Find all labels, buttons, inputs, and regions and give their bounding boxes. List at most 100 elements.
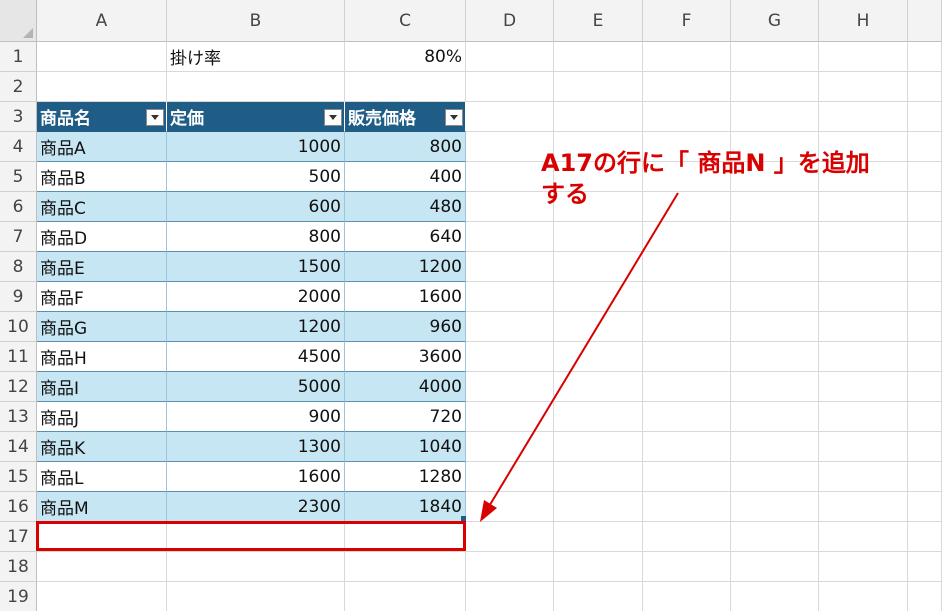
table-cell-A16[interactable]: 商品M: [37, 492, 167, 522]
cell-G1[interactable]: [731, 42, 819, 72]
cell-A17[interactable]: [37, 522, 167, 552]
table-cell-A12[interactable]: 商品I: [37, 372, 167, 402]
row-header-8[interactable]: 8: [0, 252, 37, 282]
table-cell-A4[interactable]: 商品A: [37, 132, 167, 162]
filter-dropdown-button[interactable]: [445, 109, 463, 126]
cell-A18[interactable]: [37, 552, 167, 582]
cell-D18[interactable]: [466, 552, 554, 582]
table-cell-A7[interactable]: 商品D: [37, 222, 167, 252]
table-cell-A8[interactable]: 商品E: [37, 252, 167, 282]
column-header-partial[interactable]: [908, 0, 942, 42]
row-header-6[interactable]: 6: [0, 192, 37, 222]
row-header-16[interactable]: 16: [0, 492, 37, 522]
cell-B18[interactable]: [167, 552, 345, 582]
cell-I10[interactable]: [908, 312, 942, 342]
cell-F14[interactable]: [643, 432, 731, 462]
table-cell-A5[interactable]: 商品B: [37, 162, 167, 192]
cell-G13[interactable]: [731, 402, 819, 432]
table-cell-C16[interactable]: 1840: [345, 492, 466, 522]
table-cell-C8[interactable]: 1200: [345, 252, 466, 282]
cell-I4[interactable]: [908, 132, 942, 162]
cell-F9[interactable]: [643, 282, 731, 312]
cell-E19[interactable]: [554, 582, 643, 611]
cell-D12[interactable]: [466, 372, 554, 402]
cell-I11[interactable]: [908, 342, 942, 372]
cell-I18[interactable]: [908, 552, 942, 582]
cell-I13[interactable]: [908, 402, 942, 432]
table-header-A[interactable]: 商品名: [37, 102, 167, 132]
table-cell-A11[interactable]: 商品H: [37, 342, 167, 372]
cell-E13[interactable]: [554, 402, 643, 432]
cell-H13[interactable]: [819, 402, 908, 432]
cell-D14[interactable]: [466, 432, 554, 462]
column-header-C[interactable]: C: [345, 0, 466, 42]
cell-I9[interactable]: [908, 282, 942, 312]
table-cell-C15[interactable]: 1280: [345, 462, 466, 492]
cell-E12[interactable]: [554, 372, 643, 402]
cell-G18[interactable]: [731, 552, 819, 582]
cell-G3[interactable]: [731, 102, 819, 132]
row-header-2[interactable]: 2: [0, 72, 37, 102]
table-cell-C6[interactable]: 480: [345, 192, 466, 222]
column-header-A[interactable]: A: [37, 0, 167, 42]
cell-H3[interactable]: [819, 102, 908, 132]
table-cell-B16[interactable]: 2300: [167, 492, 345, 522]
cell-F17[interactable]: [643, 522, 731, 552]
cell-F8[interactable]: [643, 252, 731, 282]
cell-B2[interactable]: [167, 72, 345, 102]
row-header-7[interactable]: 7: [0, 222, 37, 252]
cell-D10[interactable]: [466, 312, 554, 342]
cell-D9[interactable]: [466, 282, 554, 312]
table-cell-C13[interactable]: 720: [345, 402, 466, 432]
cell-B19[interactable]: [167, 582, 345, 611]
cell-H9[interactable]: [819, 282, 908, 312]
table-cell-C14[interactable]: 1040: [345, 432, 466, 462]
cell-E8[interactable]: [554, 252, 643, 282]
column-header-H[interactable]: H: [819, 0, 908, 42]
row-header-14[interactable]: 14: [0, 432, 37, 462]
table-cell-B4[interactable]: 1000: [167, 132, 345, 162]
cell-H2[interactable]: [819, 72, 908, 102]
cell-A2[interactable]: [37, 72, 167, 102]
table-cell-B7[interactable]: 800: [167, 222, 345, 252]
cell-H10[interactable]: [819, 312, 908, 342]
cell-G17[interactable]: [731, 522, 819, 552]
table-cell-C7[interactable]: 640: [345, 222, 466, 252]
select-all-corner[interactable]: [0, 0, 37, 42]
cell-H11[interactable]: [819, 342, 908, 372]
cell-F2[interactable]: [643, 72, 731, 102]
cell-E15[interactable]: [554, 462, 643, 492]
row-header-18[interactable]: 18: [0, 552, 37, 582]
cell-I8[interactable]: [908, 252, 942, 282]
cell-F18[interactable]: [643, 552, 731, 582]
table-cell-A15[interactable]: 商品L: [37, 462, 167, 492]
cell-G7[interactable]: [731, 222, 819, 252]
cell-F7[interactable]: [643, 222, 731, 252]
cell-D13[interactable]: [466, 402, 554, 432]
table-cell-B13[interactable]: 900: [167, 402, 345, 432]
cell-E1[interactable]: [554, 42, 643, 72]
cell-I5[interactable]: [908, 162, 942, 192]
cell-C17[interactable]: [345, 522, 466, 552]
cell-F15[interactable]: [643, 462, 731, 492]
cell-H15[interactable]: [819, 462, 908, 492]
cell-G2[interactable]: [731, 72, 819, 102]
table-cell-C11[interactable]: 3600: [345, 342, 466, 372]
column-header-D[interactable]: D: [466, 0, 554, 42]
table-cell-B15[interactable]: 1600: [167, 462, 345, 492]
row-header-19[interactable]: 19: [0, 582, 37, 611]
cell-H19[interactable]: [819, 582, 908, 611]
table-cell-B5[interactable]: 500: [167, 162, 345, 192]
table-cell-C9[interactable]: 1600: [345, 282, 466, 312]
table-cell-B11[interactable]: 4500: [167, 342, 345, 372]
column-header-G[interactable]: G: [731, 0, 819, 42]
cell-E11[interactable]: [554, 342, 643, 372]
cell-C19[interactable]: [345, 582, 466, 611]
column-header-F[interactable]: F: [643, 0, 731, 42]
cell-I1[interactable]: [908, 42, 942, 72]
column-header-E[interactable]: E: [554, 0, 643, 42]
cell-E18[interactable]: [554, 552, 643, 582]
table-header-C[interactable]: 販売価格: [345, 102, 466, 132]
table-cell-B14[interactable]: 1300: [167, 432, 345, 462]
row-header-9[interactable]: 9: [0, 282, 37, 312]
